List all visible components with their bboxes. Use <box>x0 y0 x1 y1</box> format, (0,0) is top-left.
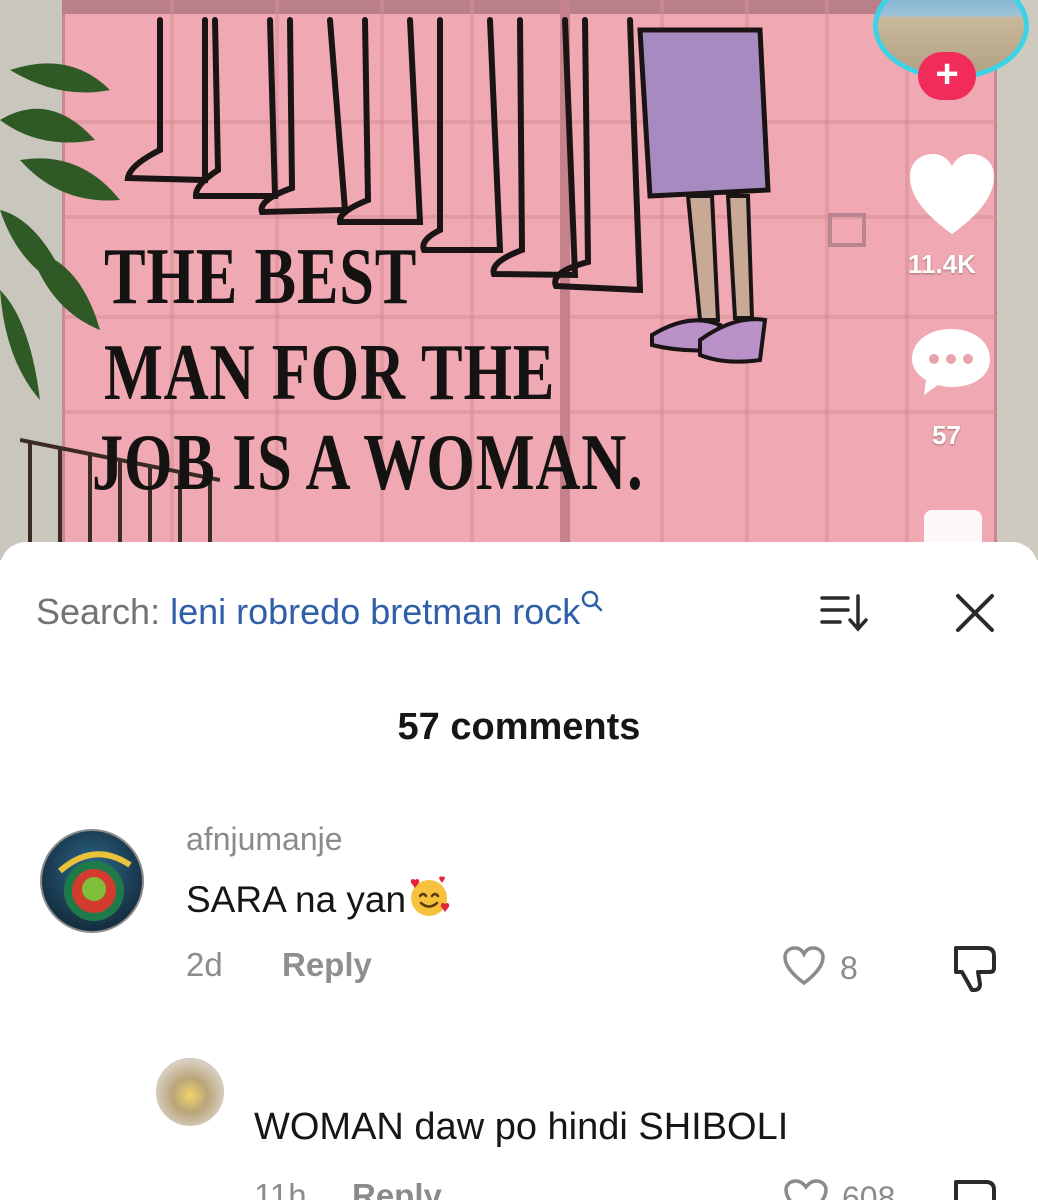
mural-text-line: MAN FOR THE <box>104 329 556 417</box>
comment-bubble-icon[interactable] <box>910 325 992 397</box>
search-query-link[interactable]: leni robredo bretman rock <box>170 591 580 632</box>
comment-body: SARA na yan <box>186 879 407 920</box>
comments-sheet <box>0 542 1038 1200</box>
mural-text-line: JOB IS A WOMAN. <box>92 419 644 507</box>
comment-like-count: 8 <box>840 950 858 986</box>
comment-count: 57 <box>932 420 961 450</box>
comment-text: WOMAN daw po hindi SHIBOLI <box>254 1106 789 1148</box>
follow-button[interactable]: + <box>918 52 976 100</box>
video-player[interactable]: THE BEST MAN FOR THE JOB IS A WOMAN. + 1… <box>0 0 1038 560</box>
close-icon[interactable] <box>954 592 996 634</box>
comment-timestamp: 11h <box>254 1177 307 1200</box>
heart-icon[interactable] <box>782 1178 830 1200</box>
sort-icon[interactable] <box>818 592 870 634</box>
avatar[interactable] <box>156 1058 224 1126</box>
comments-count-title: 57 comments <box>397 706 641 748</box>
search-icon <box>582 590 603 612</box>
search-label: Search: <box>36 591 161 632</box>
comment-timestamp: 2d <box>186 946 223 983</box>
like-count: 11.4K <box>908 249 976 279</box>
avatar[interactable] <box>40 829 144 933</box>
mural-text-line: THE BEST <box>104 233 418 321</box>
smiling-face-with-hearts-icon <box>410 876 450 916</box>
reply-button[interactable]: Reply <box>352 1177 442 1200</box>
comment-text: SARA na yan <box>186 874 452 921</box>
like-heart-icon[interactable] <box>906 150 998 240</box>
comment-username[interactable]: afnjumanje <box>186 821 343 858</box>
vikings-logo-icon <box>58 851 132 921</box>
dislike-icon[interactable] <box>946 942 1000 994</box>
heart-icon[interactable] <box>782 945 826 987</box>
reply-button[interactable]: Reply <box>282 946 372 984</box>
comment-like-count: 608 <box>842 1180 896 1200</box>
dislike-icon[interactable] <box>948 1176 1000 1200</box>
related-search[interactable]: Search: leni robredo bretman rock <box>36 590 604 633</box>
